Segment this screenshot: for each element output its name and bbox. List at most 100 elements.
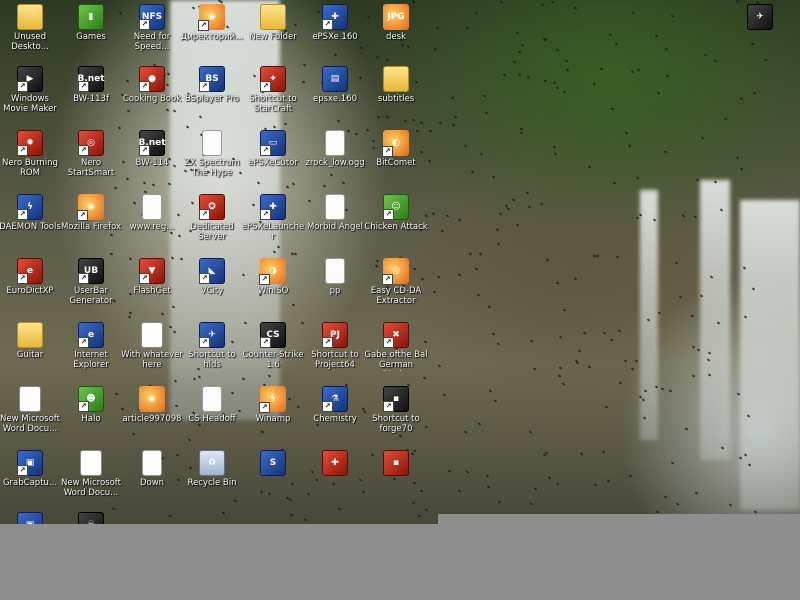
desktop-icon-label: article997098 — [122, 414, 182, 424]
desktop-icon[interactable]: ⚗ ↗ Chemistry — [303, 386, 367, 424]
waterfall-decoration — [640, 190, 658, 440]
desktop-icon[interactable]: ▤ epsxe.160 — [303, 66, 367, 104]
winamp-icon-glyph: ϟ — [270, 393, 276, 404]
desktop-icon[interactable]: Guitar — [0, 322, 62, 360]
bird-speck — [624, 131, 629, 135]
desktop-icon[interactable]: ◎ ↗ Nero StartSmart — [59, 130, 123, 178]
desktop-icon[interactable]: ≡ pp — [303, 258, 367, 296]
jpg-image-icon: JPG — [383, 4, 409, 30]
desktop-icon[interactable]: ▮ Games — [59, 4, 123, 42]
desktop-icon[interactable]: ◐ ↗ BitComet — [364, 130, 428, 168]
desktop-icon[interactable]: W With whatever here — [120, 322, 184, 370]
bird-speck — [631, 11, 636, 15]
desktop-icon[interactable]: ♻ Recycle Bin — [180, 450, 244, 488]
bird-speck — [739, 167, 744, 171]
bird-speck — [474, 267, 479, 271]
bird-speck — [267, 492, 272, 496]
desktop-icon[interactable]: ≡ CS Headoff — [180, 386, 244, 424]
desktop-icon[interactable]: B.net ↗ BW-114 — [120, 130, 184, 168]
desktop-icon-label: Shortcut to hlds — [188, 350, 236, 370]
desktop-icon[interactable]: ◎ ↗ Easy CD-DA Extractor — [364, 258, 428, 306]
text-file-icon: ≡ — [325, 194, 345, 220]
desktop-icon[interactable]: W New Microsoft Word Docu... — [59, 450, 123, 498]
desktop-icon[interactable]: ● ↗ Cooking Book — [120, 66, 184, 104]
desktop-icon[interactable]: ≡ ZX Spectrum The Hype — [180, 130, 244, 178]
desktop-icon[interactable]: ✚ — [303, 450, 367, 478]
desktop-icon[interactable]: ☺ ↗ Chicken Attack — [364, 194, 428, 232]
desktop-icon[interactable]: W New Microsoft Word Docu... — [0, 386, 62, 434]
bitcomet-icon: ◐ ↗ — [382, 130, 409, 157]
bird-speck — [289, 513, 294, 517]
desktop-icon[interactable]: ◉ article997098 — [120, 386, 184, 424]
desktop-icon[interactable]: ✦ ↗ Shortcut to StarCraft — [241, 66, 305, 114]
desktop-icon[interactable]: ▶ ↗ Windows Movie Maker — [0, 66, 62, 114]
desktop-icon[interactable]: CS ↗ Counter-Strike 1.6 — [241, 322, 305, 370]
desktop-icon[interactable]: ▭ ↗ ePSXeCutor — [241, 130, 305, 168]
bird-speck — [142, 181, 147, 185]
bird-speck — [512, 60, 517, 64]
bird-speck — [406, 45, 411, 49]
word-document-icon: W — [19, 386, 41, 412]
desktop-icon-label: WinISO — [257, 286, 289, 296]
desktop-icon[interactable]: B.net ↗ BW-113f — [59, 66, 123, 104]
desktop-icon[interactable]: S — [241, 450, 305, 478]
desktop-icon[interactable]: ☻ ↗ Halo — [59, 386, 123, 424]
desktop-icon-label: Down — [139, 478, 165, 488]
desktop-icon[interactable]: e ↗ EuroDictXP — [0, 258, 62, 296]
desktop-icon[interactable]: ◑ ↗ WinISO — [241, 258, 305, 296]
firefox-icon-glyph: ◉ — [148, 393, 156, 404]
bird-speck — [113, 186, 118, 190]
bird-speck — [562, 90, 567, 94]
desktop-icon[interactable]: ▣ ↗ GrabCaptu... — [0, 450, 62, 488]
bird-speck — [519, 131, 524, 135]
desktop-icon[interactable]: ▼ ↗ FlashGet — [120, 258, 184, 296]
desktop-icon[interactable]: ♪ zrock_low.ogg — [303, 130, 367, 168]
desktop-icon[interactable]: subtitles — [364, 66, 428, 104]
desktop-icon[interactable]: ϟ ↗ DAEMON Tools — [0, 194, 62, 232]
desktop-icon[interactable]: ✹ ↗ Nero Burning ROM — [0, 130, 62, 178]
bird-speck — [660, 387, 665, 391]
desktop-icon[interactable]: ✖↗Gabe ofthe Bal German Dicti... — [364, 322, 428, 371]
bird-speck — [168, 514, 173, 518]
desktop-icon[interactable]: ◉ ↗ Директорий... — [180, 4, 244, 42]
bird-speck — [260, 430, 265, 434]
desktop-icon[interactable]: ✈ — [728, 4, 792, 32]
desktop-icon[interactable]: ✈ ↗ Shortcut to hlds — [180, 322, 244, 370]
bird-speck — [663, 150, 668, 154]
shortcut-arrow-icon: ↗ — [199, 209, 210, 220]
desktop-icon[interactable]: PJ ↗ Shortcut to Project64 — [303, 322, 367, 370]
bird-speck — [601, 450, 606, 454]
desktop-icon[interactable]: Unused Deskto... — [0, 4, 62, 52]
bird-speck — [359, 46, 364, 50]
bird-speck — [487, 305, 492, 309]
desktop-icon[interactable]: ≡ Morbid Angel — [303, 194, 367, 232]
desktop-icon[interactable]: ▪ — [364, 450, 428, 478]
desktop-icon[interactable]: New Folder — [241, 4, 305, 42]
desktop-icon-label: Halo — [81, 414, 101, 424]
desktop-icon[interactable]: UB ↗ UserBar Generator — [59, 258, 123, 306]
bird-speck — [681, 214, 686, 218]
bird-speck — [433, 47, 438, 51]
bird-speck — [424, 508, 429, 512]
bird-speck — [290, 252, 295, 256]
bird-speck — [109, 252, 114, 256]
desktop-icon[interactable]: ✪ ↗ Dedicated Server — [180, 194, 244, 242]
desktop-icon[interactable]: ◉ ↗ Mozilla Firefox — [59, 194, 123, 232]
desktop-icon[interactable]: JPG desk — [364, 4, 428, 42]
desktop-icon[interactable]: ✚ ↗ ePSXeLauncher — [241, 194, 305, 242]
desktop-icon[interactable]: ✚ ↗ ePSXe 160 — [303, 4, 367, 42]
desktop-icon[interactable]: ϟ ↗ Winamp — [241, 386, 305, 424]
desktop-icon[interactable]: ≡ www.reg... — [120, 194, 184, 232]
desktop-icon[interactable]: e ↗ Internet Explorer — [59, 322, 123, 370]
desktop-icon[interactable]: ▪ ↗ Shortcut to forge70 — [364, 386, 428, 434]
bird-speck — [593, 483, 598, 487]
desktop-icon[interactable]: BS ↗ BSplayer Pro — [180, 66, 244, 104]
shortcut-arrow-icon: ↗ — [17, 145, 28, 156]
bird-speck — [654, 34, 659, 38]
desktop-icon-label: Easy CD-DA Extractor — [370, 286, 422, 306]
desktop-icon-label: Counter-Strike 1.6 — [242, 350, 304, 370]
desktop-icon[interactable]: ◣ ↗ VCity — [180, 258, 244, 296]
bird-speck — [552, 145, 557, 149]
desktop-icon[interactable]: NFS ↗ Need for Speed... — [120, 4, 184, 52]
desktop-icon[interactable]: ≡ Down — [120, 450, 184, 488]
